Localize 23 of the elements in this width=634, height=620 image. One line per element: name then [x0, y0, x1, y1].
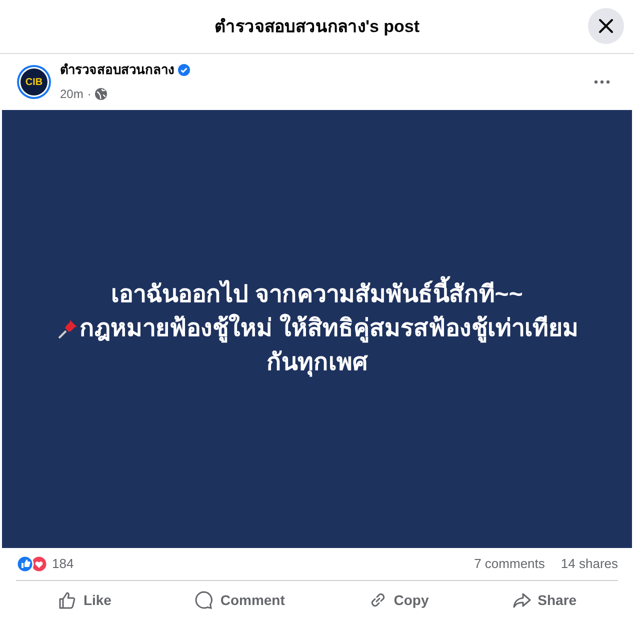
post-text: กฎหมายฟ้องชู้ใหม่ ให้สิทธิคู่สมรสฟ้องชู้เท่าเทียม [80, 312, 578, 345]
reaction-count[interactable]: 184 [52, 554, 74, 574]
avatar[interactable]: CIB [16, 64, 52, 100]
dialog-title: ตำรวจสอบสวนกลาง's post [214, 16, 420, 38]
share-count[interactable]: 14 shares [560, 554, 618, 574]
share-button[interactable]: Share [498, 581, 591, 619]
comment-button[interactable]: Comment [180, 581, 299, 619]
author-name[interactable]: ตำรวจสอบสวนกลาง [60, 60, 174, 80]
post-time[interactable]: 20m [60, 85, 84, 103]
speech-bubble-icon [194, 590, 214, 610]
close-icon [598, 18, 614, 34]
thumbs-up-icon [57, 590, 78, 610]
reaction-icons[interactable] [16, 555, 48, 573]
copy-button[interactable]: Copy [354, 581, 443, 619]
like-button[interactable]: Like [43, 581, 126, 619]
verified-badge-icon [178, 64, 190, 76]
close-button[interactable] [588, 8, 624, 44]
post-text: เอาฉันออกไป จากความสัมพันธ์นี้สักที~~ [111, 278, 523, 312]
post-text: กันทุกเพศ [266, 348, 368, 379]
more-options-icon[interactable] [594, 80, 610, 84]
comment-count[interactable]: 7 comments [474, 554, 545, 574]
separator-dot: · [87, 86, 92, 103]
globe-icon[interactable] [95, 88, 108, 100]
